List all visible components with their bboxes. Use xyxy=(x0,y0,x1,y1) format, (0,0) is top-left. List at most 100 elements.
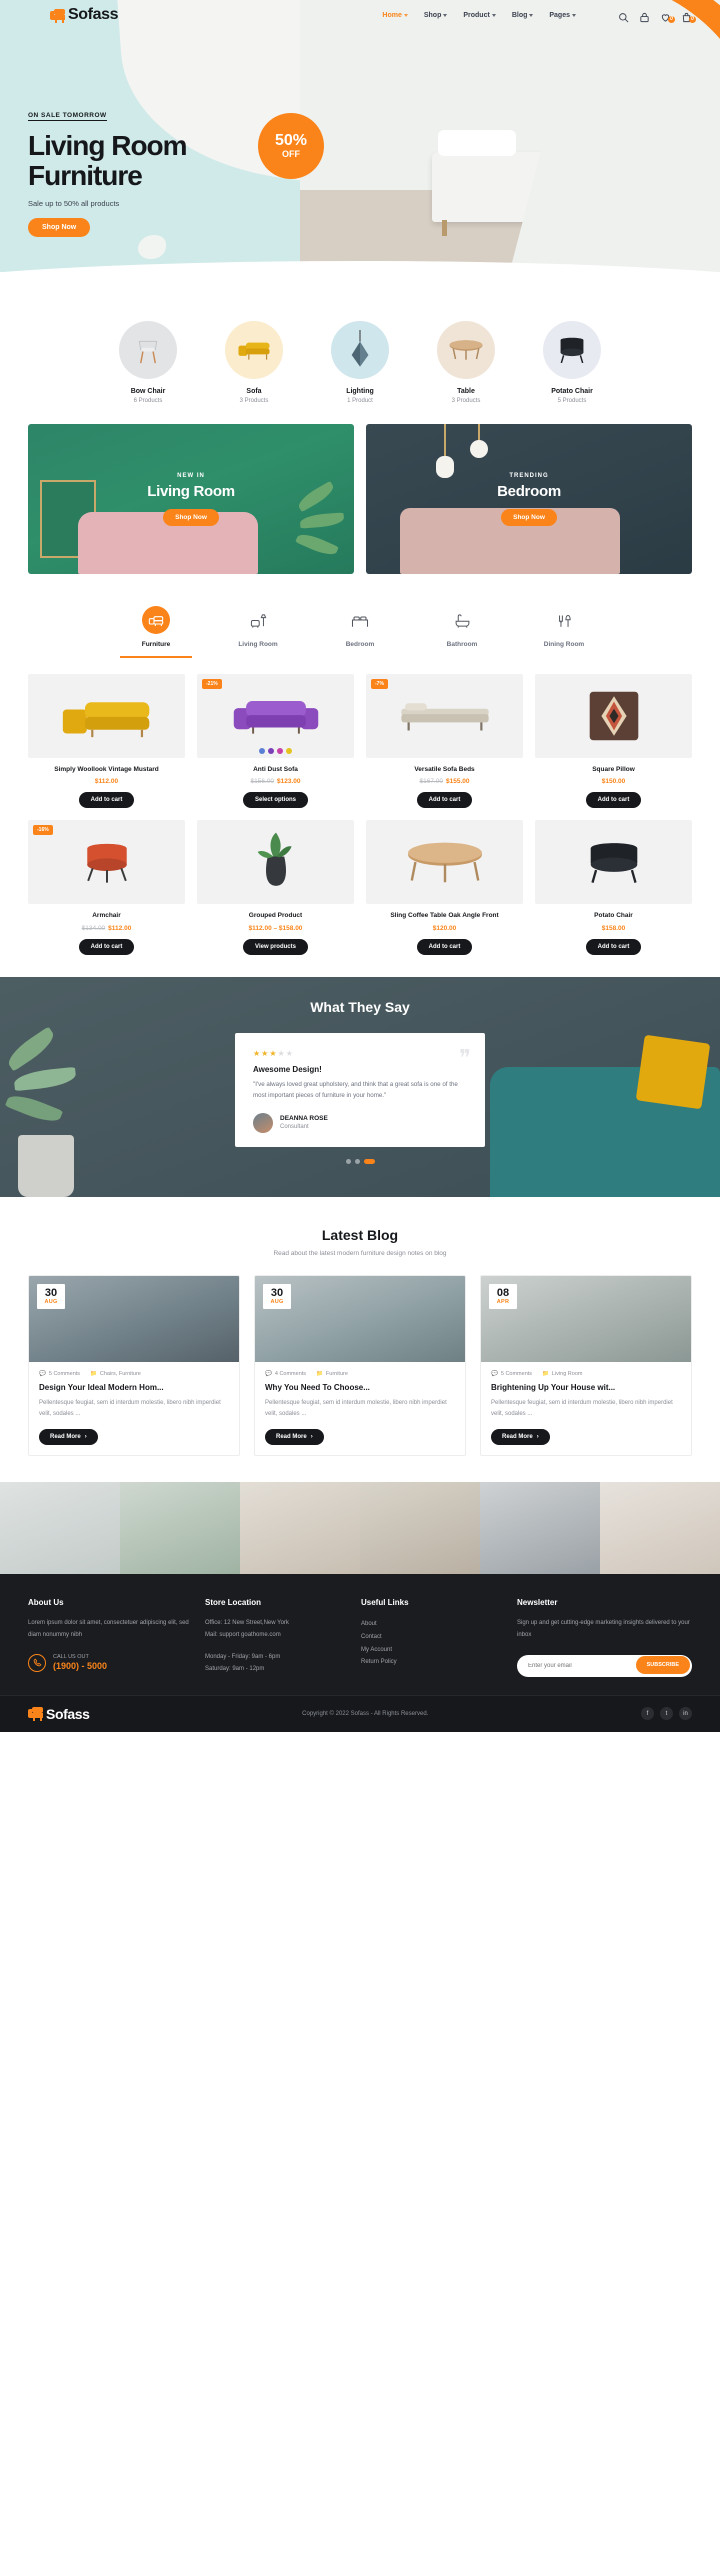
add-to-cart-button[interactable]: Add to cart xyxy=(585,792,642,809)
add-to-cart-button[interactable]: Add to cart xyxy=(585,938,642,955)
category-list: Bow Chair 6 Products Sofa 3 Products Lig… xyxy=(0,293,720,418)
category-table[interactable]: Table 3 Products xyxy=(421,321,511,404)
wishlist-heart-icon[interactable]: 0 xyxy=(660,10,675,23)
product-name: Square Pillow xyxy=(592,766,635,773)
blog-section: Latest Blog Read about the latest modern… xyxy=(0,1197,720,1483)
view-products-button[interactable]: View products xyxy=(243,938,308,955)
add-to-cart-button[interactable]: Add to cart xyxy=(78,938,135,955)
footer-link-my-account[interactable]: My Account xyxy=(361,1644,501,1657)
footer-link-contact[interactable]: Contact xyxy=(361,1631,501,1644)
add-to-cart-button[interactable]: Add to cart xyxy=(78,792,135,809)
instagram-gallery xyxy=(0,1482,720,1575)
banner-bedroom[interactable]: TRENDING Bedroom Shop Now xyxy=(366,424,692,574)
product-card[interactable]: -7% Versatile Sofa Beds $167.00 $155.00 A… xyxy=(366,674,523,809)
read-more-button[interactable]: Read More › xyxy=(491,1429,550,1446)
product-name: Armchair xyxy=(92,912,121,920)
tab-furniture[interactable]: Furniture xyxy=(120,606,192,658)
tab-label: Furniture xyxy=(141,641,171,648)
product-sale-price: $155.00 xyxy=(446,778,470,786)
search-icon[interactable] xyxy=(618,10,629,22)
footer-link-return-policy[interactable]: Return Policy xyxy=(361,1656,501,1669)
read-more-button[interactable]: Read More › xyxy=(39,1429,98,1446)
testimonial-dot-1[interactable] xyxy=(345,1158,351,1164)
product-card[interactable]: Square Pillow $150.00 Add to cart xyxy=(535,674,692,809)
product-card[interactable]: -21% Anti Dust Sofa $156.00 $123.00 Selec… xyxy=(197,674,354,809)
hero-blob-shape xyxy=(138,235,166,259)
blog-post-title[interactable]: Brightening Up Your House wit... xyxy=(481,1377,691,1392)
product-card[interactable]: Grouped Product $112.00 – $158.00 View p… xyxy=(197,820,354,955)
blog-date-month: AUG xyxy=(44,1298,58,1305)
account-lock-icon[interactable] xyxy=(639,10,650,22)
testimonial-dot-3[interactable] xyxy=(363,1158,375,1164)
footer-about-column: About Us Lorem ipsum dolor sit amet, con… xyxy=(28,1598,189,1676)
category-bow-chair[interactable]: Bow Chair 6 Products xyxy=(103,321,193,404)
tab-bathroom[interactable]: Bathroom xyxy=(426,606,498,658)
tab-dining-room[interactable]: Dining Room xyxy=(528,606,600,658)
hero-slider-dot-1[interactable] xyxy=(216,276,221,281)
footer-link-about[interactable]: About xyxy=(361,1618,501,1631)
product-card[interactable]: Sling Coffee Table Oak Angle Front $120.… xyxy=(366,820,523,955)
category-lighting[interactable]: Lighting 1 Product xyxy=(315,321,405,404)
footer-logo[interactable]: Sofass xyxy=(28,1706,90,1722)
facebook-icon[interactable]: f xyxy=(640,1707,654,1721)
read-more-button[interactable]: Read More › xyxy=(265,1429,324,1446)
site-logo[interactable]: Sofass xyxy=(50,6,118,24)
banner-shop-now-button[interactable]: Shop Now xyxy=(163,508,219,526)
footer-store-heading: Store Location xyxy=(205,1598,262,1608)
product-price: $112.00 – $158.00 xyxy=(248,924,303,932)
twitter-icon[interactable]: t xyxy=(659,1707,673,1721)
testimonial-card: ❞ ★★★★★ Awesome Design! "I've always lov… xyxy=(235,1032,485,1147)
cart-bag-icon[interactable]: 0 xyxy=(681,10,696,23)
gallery-image[interactable] xyxy=(480,1482,600,1575)
color-swatches[interactable] xyxy=(197,748,354,754)
select-options-button[interactable]: Select options xyxy=(242,792,308,809)
discount-label: OFF xyxy=(282,149,300,159)
add-to-cart-button[interactable]: Add to cart xyxy=(416,792,473,809)
product-card[interactable]: Simply Woollook Vintage Mustard $112.00 … xyxy=(28,674,185,809)
footer-call-block[interactable]: CALL US OUT (1900) - 5000 xyxy=(28,1653,189,1672)
footer-store-line: Mail: support goathome.com xyxy=(205,1632,281,1639)
blog-post-list: 30 AUG 💬 5 Comments 📁 Chairs, Furniture … xyxy=(28,1274,692,1457)
product-card[interactable]: Potato Chair $158.00 Add to cart xyxy=(535,820,692,955)
blog-post-title[interactable]: Design Your Ideal Modern Hom... xyxy=(29,1377,239,1392)
gallery-image[interactable] xyxy=(360,1482,480,1575)
hero-slider-dot-2[interactable] xyxy=(225,276,230,281)
chevron-down-icon xyxy=(529,13,534,17)
category-potato-chair[interactable]: Potato Chair 5 Products xyxy=(527,321,617,404)
nav-item-product[interactable]: Product xyxy=(463,12,496,19)
site-footer: About Us Lorem ipsum dolor sit amet, con… xyxy=(0,1574,720,1695)
tab-bedroom[interactable]: Bedroom xyxy=(324,606,396,658)
add-to-cart-button[interactable]: Add to cart xyxy=(416,938,473,955)
newsletter-subscribe-button[interactable]: SUBSCRIBE xyxy=(635,1655,690,1674)
testimonial-dot-2[interactable] xyxy=(354,1158,360,1164)
banner-living-room[interactable]: NEW IN Living Room Shop Now xyxy=(28,424,354,574)
tab-label: Bathroom xyxy=(446,641,478,648)
blog-post-card[interactable]: 30 AUG 💬 4 Comments 📁 Furniture Why You … xyxy=(254,1274,466,1457)
tab-living-room[interactable]: Living Room xyxy=(222,606,294,658)
potato-chair-icon xyxy=(543,321,601,379)
gallery-image[interactable] xyxy=(120,1482,240,1575)
gallery-image[interactable] xyxy=(240,1482,360,1575)
main-navigation: Sofass Home Shop Product Blog Pages 0 0 xyxy=(0,0,720,30)
product-card[interactable]: -16% Armchair $134.00 $112.00 Add to cart xyxy=(28,820,185,955)
category-sofa[interactable]: Sofa 3 Products xyxy=(209,321,299,404)
nav-item-blog[interactable]: Blog xyxy=(512,12,534,19)
hero-shop-now-button[interactable]: Shop Now xyxy=(28,218,91,238)
cushion-decoration xyxy=(635,1034,711,1110)
furniture-icon xyxy=(142,606,170,634)
linkedin-icon[interactable]: in xyxy=(678,1707,692,1721)
blog-post-card[interactable]: 08 APR 💬 5 Comments 📁 Living Room Bright… xyxy=(480,1274,692,1457)
gallery-image[interactable] xyxy=(0,1482,120,1575)
nav-item-home[interactable]: Home xyxy=(382,12,408,19)
blog-post-card[interactable]: 30 AUG 💬 5 Comments 📁 Chairs, Furniture … xyxy=(28,1274,240,1457)
nav-item-pages[interactable]: Pages xyxy=(549,12,576,19)
product-name: Simply Woollook Vintage Mustard xyxy=(54,766,159,773)
hero-discount-badge: 50% OFF xyxy=(258,113,324,179)
banner-shop-now-button[interactable]: Shop Now xyxy=(501,508,557,526)
blog-post-meta: 💬 5 Comments 📁 Chairs, Furniture xyxy=(29,1362,239,1377)
nav-item-shop[interactable]: Shop xyxy=(424,12,448,19)
testimonial-slider-dots xyxy=(345,1158,375,1164)
chevron-down-icon xyxy=(572,13,576,17)
blog-post-title[interactable]: Why You Need To Choose... xyxy=(255,1377,465,1392)
gallery-image[interactable] xyxy=(600,1482,720,1575)
